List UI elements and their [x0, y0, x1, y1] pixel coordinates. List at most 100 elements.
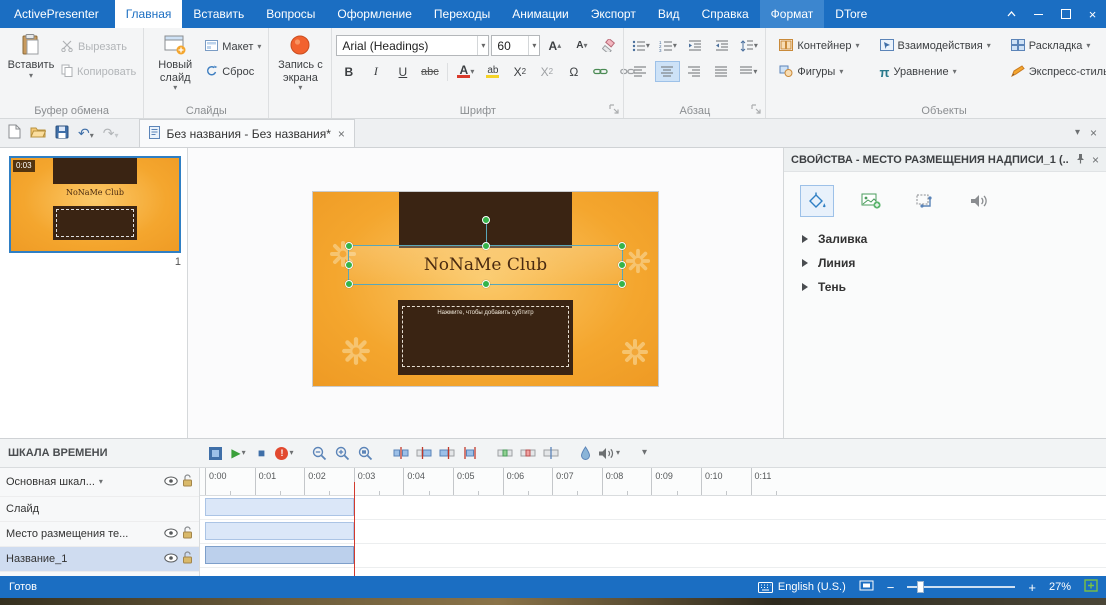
panel-dropdown-icon[interactable]: ▾	[1075, 128, 1080, 138]
split-icon[interactable]	[390, 442, 411, 464]
eye-icon[interactable]	[164, 528, 178, 541]
section-fill[interactable]: Заливка	[784, 227, 1106, 251]
insert-time-icon[interactable]	[494, 442, 515, 464]
tab-audio[interactable]	[962, 185, 996, 217]
maximize-button[interactable]	[1052, 0, 1079, 28]
lock-icon[interactable]	[182, 474, 193, 490]
menu-tab[interactable]: Вопросы	[255, 0, 326, 28]
resize-handle-e[interactable]	[618, 261, 626, 269]
minimize-button[interactable]	[1025, 0, 1052, 28]
subscript-button[interactable]: X2	[534, 61, 559, 82]
slide[interactable]: Нажмите, чтобы добавить субтитр NoNaMe C…	[313, 192, 658, 386]
reset-button[interactable]: Сброс	[202, 63, 264, 81]
align-center-button[interactable]	[655, 61, 681, 82]
font-size-select[interactable]: 60 ▾	[491, 35, 541, 56]
lock-icon[interactable]	[182, 551, 193, 567]
placeholder-duration-bar[interactable]	[205, 522, 354, 540]
line-spacing-button[interactable]: ▾	[736, 35, 761, 56]
more-tools-icon[interactable]: ▾	[634, 442, 655, 464]
close-button[interactable]: ×	[1079, 0, 1106, 28]
menu-tab[interactable]: DTore	[824, 0, 878, 28]
audio-fade-icon[interactable]	[575, 442, 596, 464]
align-left-button[interactable]	[628, 61, 653, 82]
resize-handle-sw[interactable]	[345, 280, 353, 288]
eye-icon[interactable]	[164, 553, 178, 566]
shapes-button[interactable]: Фигуры ▾	[776, 63, 862, 81]
clear-formatting-button[interactable]	[596, 35, 621, 56]
zoom-fit-icon[interactable]	[355, 442, 376, 464]
resize-handle-nw[interactable]	[345, 242, 353, 250]
copy-button[interactable]: Копировать	[58, 63, 139, 81]
paste-button[interactable]: Вставить ▾	[4, 31, 58, 102]
volume-icon[interactable]: ▾	[598, 442, 620, 464]
numbering-button[interactable]: 123 ▾	[655, 35, 680, 56]
zoom-out-icon[interactable]	[309, 442, 330, 464]
resize-handle-n[interactable]	[481, 242, 490, 250]
play-button[interactable]: ▶ ▾	[228, 442, 249, 464]
resize-handle-w[interactable]	[345, 261, 353, 269]
rotation-handle[interactable]	[481, 216, 490, 224]
subtitle-placeholder[interactable]: Нажмите, чтобы добавить субтитр	[402, 306, 569, 367]
track-slide[interactable]	[200, 496, 1106, 520]
document-tab[interactable]: Без названия - Без названия* ×	[138, 119, 355, 147]
container-button[interactable]: Контейнер ▾	[776, 37, 862, 55]
quick-style-button[interactable]: Экспресс-стиль	[1008, 63, 1106, 81]
zoom-in-plus[interactable]: +	[1028, 580, 1036, 595]
equation-button[interactable]: π Уравнение ▾	[877, 63, 994, 81]
stop-button[interactable]: ■	[251, 442, 272, 464]
font-family-select[interactable]: Arial (Headings) ▾	[336, 35, 490, 56]
increase-indent-button[interactable]	[709, 35, 734, 56]
strikethrough-button[interactable]: abc	[417, 61, 442, 82]
input-language-indicator[interactable]: English (U.S.)	[757, 581, 846, 593]
tab-image[interactable]	[854, 185, 888, 217]
zoom-out-minus[interactable]: −	[887, 580, 895, 595]
open-document-icon[interactable]	[30, 125, 47, 141]
bullets-button[interactable]: ▾	[628, 35, 653, 56]
interactions-button[interactable]: Взаимодействия ▾	[877, 37, 994, 55]
section-line[interactable]: Линия	[784, 251, 1106, 275]
resize-handle-s[interactable]	[481, 280, 490, 288]
selection-mode-icon[interactable]	[205, 442, 226, 464]
decrease-indent-button[interactable]	[682, 35, 707, 56]
zoom-slider-thumb[interactable]	[917, 581, 925, 593]
tab-style-fill[interactable]	[800, 185, 834, 217]
underline-button[interactable]: U	[390, 61, 415, 82]
menu-tab[interactable]: Вставить	[182, 0, 255, 28]
zoom-in-icon[interactable]	[332, 442, 353, 464]
crop-start-icon[interactable]	[413, 442, 434, 464]
font-color-button[interactable]: A ▾	[453, 61, 478, 82]
menu-tab[interactable]: Переходы	[423, 0, 501, 28]
text-direction-button[interactable]: ▾	[736, 61, 761, 82]
resize-handle-ne[interactable]	[618, 242, 626, 250]
layout-objects-button[interactable]: Раскладка ▾	[1008, 37, 1106, 55]
superscript-button[interactable]: X2	[507, 61, 532, 82]
track-label-slide[interactable]: Слайд	[0, 497, 199, 522]
bold-button[interactable]: B	[336, 61, 361, 82]
justify-button[interactable]	[709, 61, 734, 82]
track-placeholder[interactable]	[200, 520, 1106, 544]
track-label-title[interactable]: Название_1	[0, 547, 199, 572]
menu-tab[interactable]: Формат	[759, 0, 825, 28]
playhead[interactable]	[354, 482, 355, 578]
slide-duration-bar[interactable]	[205, 498, 354, 516]
panel-close-icon[interactable]: ×	[1090, 126, 1097, 140]
timeline-ruler[interactable]: 0:00 0:01 0:02 0:03 0:04 0:05 0:06 0:07 0:08 0:09…	[200, 468, 1106, 496]
track-label-placeholder[interactable]: Место размещения те...	[0, 522, 199, 547]
menu-tab[interactable]: Оформление	[326, 0, 422, 28]
title-duration-bar-selected[interactable]	[205, 546, 354, 564]
collapse-ribbon-icon[interactable]	[998, 0, 1025, 28]
delete-time-icon[interactable]	[517, 442, 538, 464]
align-right-button[interactable]	[682, 61, 707, 82]
menu-tab[interactable]: Анимации	[501, 0, 580, 28]
fullscreen-fit-icon[interactable]	[1084, 579, 1098, 595]
highlight-color-button[interactable]: ab	[480, 61, 505, 82]
section-shadow[interactable]: Тень	[784, 275, 1106, 299]
zoom-slider[interactable]	[907, 580, 1016, 594]
new-slide-button[interactable]: Новый слайд ▾	[148, 31, 202, 102]
timeline-scale-selector[interactable]: Основная шкал... ▾	[0, 468, 199, 497]
record-screen-button[interactable]: Запись с экрана ▾	[273, 31, 327, 102]
crop-end-icon[interactable]	[436, 442, 457, 464]
track-title[interactable]	[200, 544, 1106, 568]
menu-tab[interactable]: Главная	[114, 0, 183, 28]
pin-icon[interactable]	[1075, 153, 1086, 167]
